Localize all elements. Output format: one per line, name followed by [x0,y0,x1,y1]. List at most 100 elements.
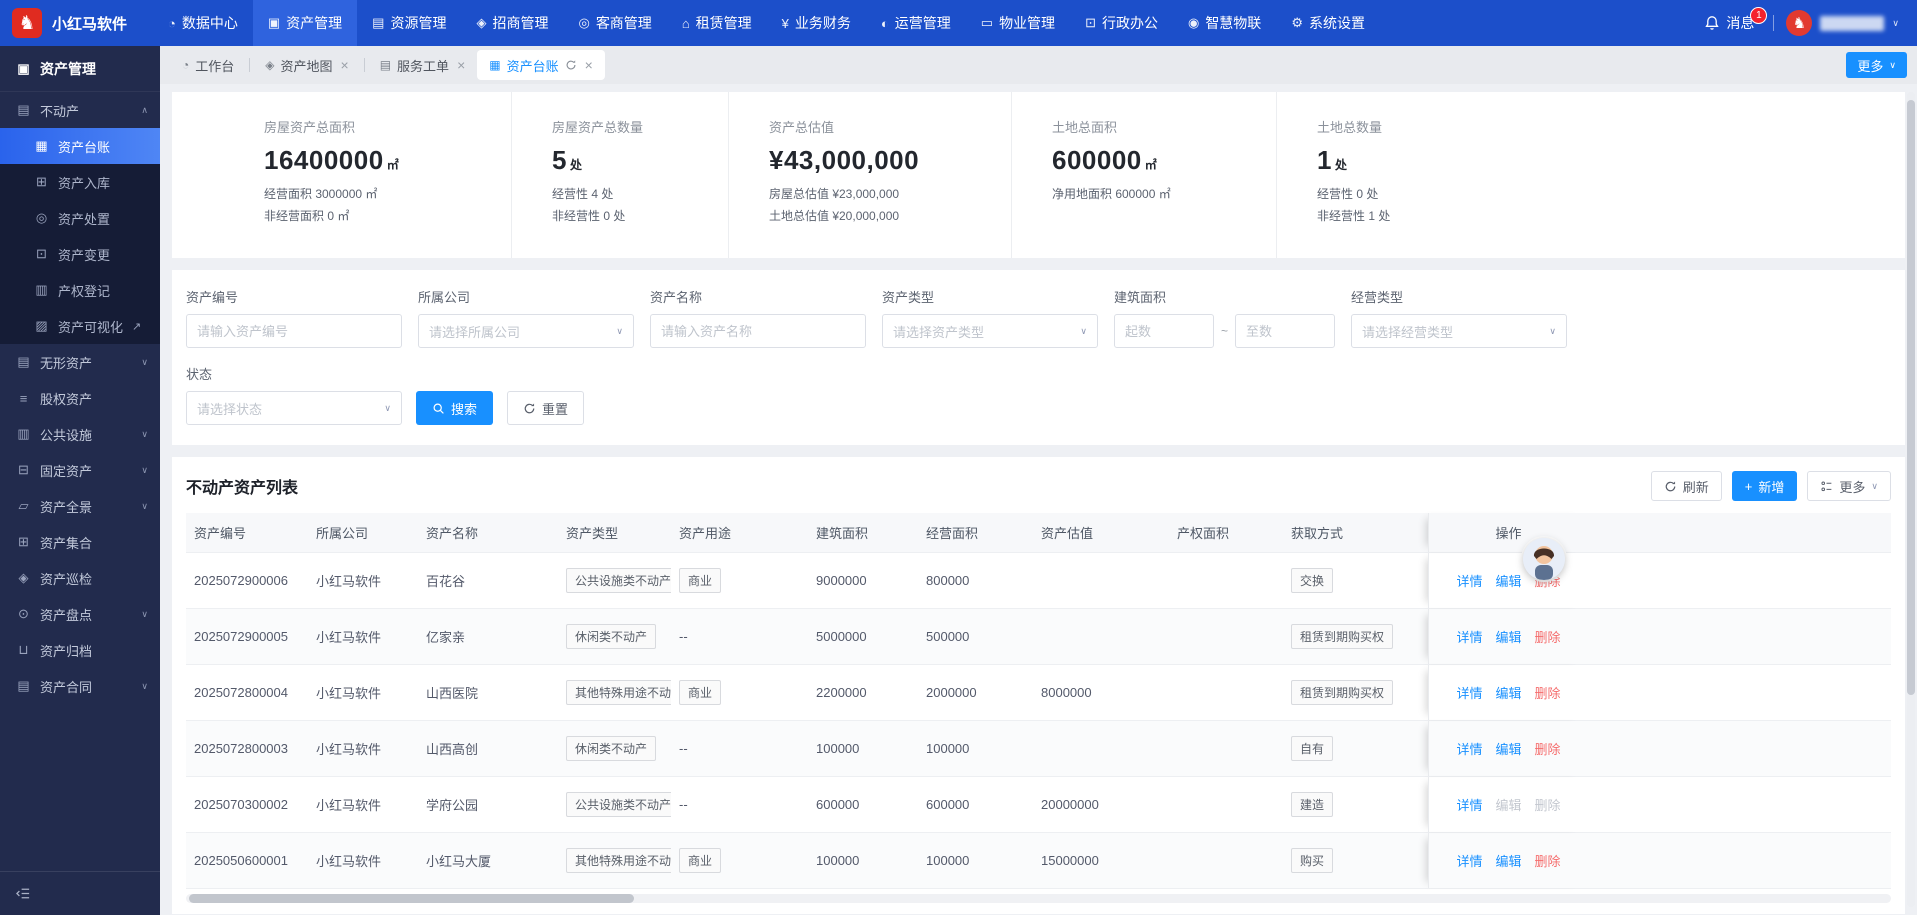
action-detail-link[interactable]: 详情 [1456,851,1482,870]
action-detail-link[interactable]: 详情 [1456,627,1482,646]
topnav-item-investment-management[interactable]: ◈招商管理 [461,0,563,46]
action-edit-link[interactable]: 编辑 [1495,627,1521,646]
action-edit-link[interactable]: 编辑 [1495,683,1521,702]
action-detail-link[interactable]: 详情 [1456,739,1482,758]
reset-button[interactable]: 重置 [507,391,584,425]
cell-property-area [1169,777,1283,832]
vertical-scrollbar [1907,92,1915,907]
refresh-icon [1664,480,1677,493]
topnav-item-operations-management[interactable]: ◐运营管理 [866,0,966,46]
user-menu-caret-icon[interactable]: ∨ [1892,18,1899,29]
action-detail-link[interactable]: 详情 [1456,683,1482,702]
smart-iot-icon: ◉ [1188,15,1199,31]
sidebar-item-asset-panorama[interactable]: ▱资产全景∨ [0,488,160,524]
sidebar-item-asset-disposal[interactable]: ◎资产处置 [0,200,160,236]
topnav-item-resource-management[interactable]: ▤资源管理 [357,0,461,46]
sidebar-item-intangible-assets[interactable]: ▤无形资产∨ [0,344,160,380]
add-button[interactable]: + 新增 [1732,471,1798,501]
close-tab-icon[interactable]: × [457,57,465,73]
stat-unit: 处 [570,158,583,172]
tab-more-button[interactable]: 更多∨ [1846,52,1907,78]
biz-type-select[interactable]: 请选择经营类型∨ [1351,314,1567,348]
cell-valuation: 15000000 [1033,833,1169,888]
stat-value: ¥43,000,000 [769,145,995,176]
user-avatar[interactable]: ♞ [1786,10,1812,36]
topnav-item-admin-office[interactable]: ⊡行政办公 [1070,0,1173,46]
horizontal-scrollbar-thumb[interactable] [189,894,634,903]
table-more-button[interactable]: 更多 ∨ [1807,471,1891,501]
expand-caret-icon: ∨ [141,357,148,368]
table-title: 不动产资产列表 [186,474,298,498]
table-row: 2025072900006 小红马软件 百花谷 公共设施类不动产 商业 9000… [186,553,1891,609]
sidebar-item-asset-visualization[interactable]: ▨资产可视化↗ [0,308,160,344]
action-delete-link[interactable]: 删除 [1535,627,1561,646]
area-to-input[interactable] [1235,314,1335,348]
asset-inventory-icon: ⊙ [16,606,31,622]
action-delete-link[interactable]: 删除 [1535,851,1561,870]
sidebar-item-public-facilities[interactable]: ▥公共设施∨ [0,416,160,452]
topnav-item-system-settings[interactable]: ⚙系统设置 [1276,0,1380,46]
tab-workbench[interactable]: ◔工作台 [170,50,246,80]
assistant-avatar[interactable] [1523,538,1565,580]
sidebar-item-asset-change[interactable]: ⊡资产变更 [0,236,160,272]
cell-property-area [1169,609,1283,664]
search-button[interactable]: 搜索 [416,391,493,425]
topnav-item-smart-iot[interactable]: ◉智慧物联 [1173,0,1276,46]
stat-value: 5处 [552,145,712,176]
asset-name-input[interactable] [650,314,866,348]
status-select[interactable]: 请选择状态∨ [186,391,402,425]
action-delete-link[interactable]: 删除 [1535,739,1561,758]
refresh-button[interactable]: 刷新 [1651,471,1722,501]
asset-no-input[interactable] [186,314,402,348]
company-select[interactable]: 请选择所属公司∨ [418,314,634,348]
sidebar-collapse-button[interactable] [16,886,31,901]
vertical-scrollbar-thumb[interactable] [1907,100,1915,695]
bell-icon[interactable] [1704,15,1720,31]
tab-service-orders[interactable]: ▤服务工单× [368,50,478,80]
tab-asset-ledger[interactable]: ▦ 资产台账 × [477,50,605,80]
close-tab-icon[interactable]: × [341,57,349,73]
sidebar-item-asset-archive[interactable]: ⊔资产归档 [0,632,160,668]
action-detail-link[interactable]: 详情 [1456,795,1482,814]
reset-icon [523,402,536,415]
sidebar-group-real-estate[interactable]: ▤ 不动产 ∧ [0,92,160,128]
area-from-input[interactable] [1114,314,1214,348]
sidebar-item-fixed-assets[interactable]: ⊟固定资产∨ [0,452,160,488]
acquire-tag: 交换 [1291,568,1333,593]
sidebar-item-asset-contract[interactable]: ▤资产合同∨ [0,668,160,704]
stat-sub: 经营面积 3000000 ㎡ [264,185,495,202]
sidebar-item-equity-assets[interactable]: ≡股权资产 [0,380,160,416]
equity-assets-icon: ≡ [16,391,31,406]
action-edit-link[interactable]: 编辑 [1495,851,1521,870]
close-tab-icon[interactable]: × [585,57,593,73]
topnav-item-asset-management[interactable]: ▣资产管理 [253,0,357,46]
expand-caret-icon: ∨ [141,429,148,440]
cell-company: 小红马软件 [308,609,418,664]
topnav-item-business-finance[interactable]: ¥业务财务 [767,0,866,46]
sidebar-item-asset-inbound[interactable]: ⊞资产入库 [0,164,160,200]
action-edit-link[interactable]: 编辑 [1495,571,1521,590]
sidebar-item-asset-ledger[interactable]: ▦资产台账 [0,128,160,164]
action-edit-link[interactable]: 编辑 [1495,739,1521,758]
action-delete-link[interactable]: 删除 [1535,683,1561,702]
refresh-tab-icon[interactable] [565,59,577,71]
stat-label: 资产总估值 [769,117,995,136]
topnav-item-lease-management[interactable]: ⌂租赁管理 [667,0,767,46]
topnav-item-property-management[interactable]: ▭物业管理 [966,0,1070,46]
sidebar-item-asset-inventory[interactable]: ⊙资产盘点∨ [0,596,160,632]
asset-type-select[interactable]: 请选择资产类型∨ [882,314,1098,348]
action-detail-link[interactable]: 详情 [1456,571,1482,590]
sidebar-item-asset-inspection[interactable]: ◈资产巡检 [0,560,160,596]
user-name-redacted[interactable] [1820,16,1884,31]
app-logo-icon[interactable]: ♞ [12,8,42,38]
admin-office-icon: ⊡ [1085,15,1096,31]
table-panel: 不动产资产列表 刷新 + 新增 更多 ∨ [172,457,1905,914]
topnav-item-merchant-management[interactable]: ◎客商管理 [563,0,666,46]
stat-value: 16400000㎡ [264,145,495,176]
sidebar-submenu-real-estate: ▦资产台账 ⊞资产入库 ◎资产处置 ⊡资产变更 ▥产权登记 ▨资产可视化↗ [0,128,160,344]
asset-management-icon: ▣ [268,15,280,31]
sidebar-item-asset-collection[interactable]: ⊞资产集合 [0,524,160,560]
sidebar-item-property-registration[interactable]: ▥产权登记 [0,272,160,308]
tab-asset-map[interactable]: ◈资产地图× [253,50,360,80]
topnav-item-data-center[interactable]: ◔数据中心 [153,0,253,46]
